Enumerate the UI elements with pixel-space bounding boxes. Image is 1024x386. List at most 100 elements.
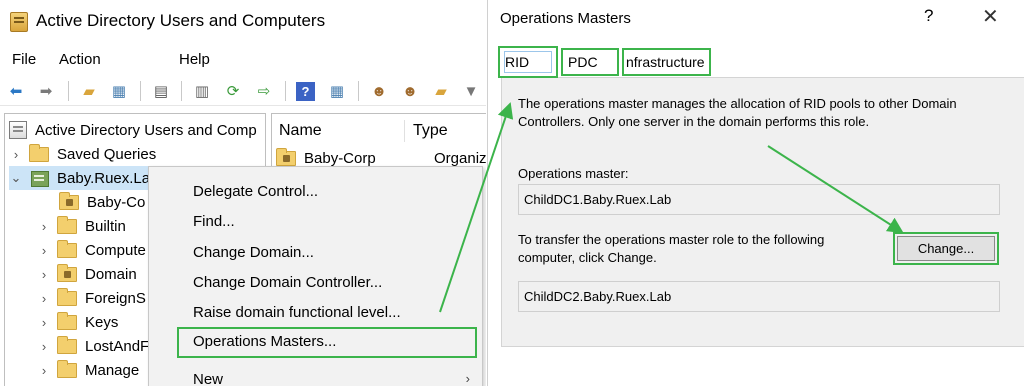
new-ou-icon[interactable]: ▰ xyxy=(430,80,452,102)
change-button[interactable]: Change... xyxy=(897,236,995,261)
tab-infrastructure[interactable]: nfrastructure xyxy=(622,48,711,76)
tree-root[interactable]: Active Directory Users and Comp xyxy=(9,118,257,142)
tree-item-computers[interactable]: › Compute xyxy=(37,238,146,262)
properties-icon[interactable]: ▥ xyxy=(191,80,213,102)
list-item[interactable]: Baby-Corp Organizati xyxy=(276,148,486,167)
list-item-name: Baby-Corp xyxy=(304,150,376,167)
chevron-right-icon[interactable]: › xyxy=(37,315,51,330)
folder-icon xyxy=(57,335,77,354)
menu-item-change-domain-controller[interactable]: Change Domain Controller... xyxy=(193,274,382,291)
tree-item-domain[interactable]: ⌄ Baby.Ruex.La xyxy=(9,166,161,190)
chevron-right-icon[interactable]: › xyxy=(37,267,51,282)
tree-item-label: LostAndF xyxy=(85,337,150,355)
highlight-box: Change... xyxy=(893,232,999,265)
folder-icon xyxy=(57,287,77,306)
chevron-right-icon[interactable]: › xyxy=(37,339,51,354)
column-header-type[interactable]: Type xyxy=(413,122,448,140)
toolbar: ⬅ ➡ ▰ ▦ ▤ ▥ ⟳ ⇨ ? ▦ ☻ ☻ ▰ ▼ xyxy=(0,76,486,106)
tree-item-label: Baby-Co xyxy=(87,193,146,211)
tree-item-label: Saved Queries xyxy=(57,145,157,163)
close-icon[interactable]: ✕ xyxy=(982,4,999,29)
tree-item-managed[interactable]: › Manage xyxy=(37,358,139,382)
new-user-icon[interactable]: ☻ xyxy=(368,80,390,102)
folder-icon xyxy=(57,311,77,330)
window-title: Active Directory Users and Computers xyxy=(36,11,326,30)
tree-item-builtin[interactable]: › Builtin xyxy=(37,214,126,238)
column-header-name[interactable]: Name xyxy=(279,122,322,140)
help-icon[interactable]: ? xyxy=(296,82,315,101)
folder-icon xyxy=(57,359,77,378)
menu-item-new[interactable]: New xyxy=(193,371,223,386)
console-icon[interactable]: ▦ xyxy=(326,80,348,102)
tree-item-foreign-security[interactable]: › ForeignS xyxy=(37,286,146,310)
menu-item-change-domain[interactable]: Change Domain... xyxy=(193,244,314,261)
submenu-arrow-icon: › xyxy=(465,371,470,386)
operations-masters-dialog: Operations Masters ? ✕ The operations ma… xyxy=(487,0,1024,386)
tree-item-label: Manage xyxy=(85,361,140,379)
chevron-right-icon[interactable]: › xyxy=(37,219,51,234)
forward-arrow-icon[interactable]: ➡ xyxy=(35,80,57,102)
menu-item-raise-functional-level[interactable]: Raise domain functional level... xyxy=(193,304,401,321)
tab-label: nfrastructure xyxy=(626,54,705,70)
ou-folder-icon xyxy=(57,263,77,282)
aduc-window: Active Directory Users and Computers Fil… xyxy=(0,0,486,386)
tree-root-label: Active Directory Users and Comp xyxy=(35,121,257,139)
tab-label: PDC xyxy=(568,54,598,70)
export-icon[interactable]: ⇨ xyxy=(253,80,275,102)
dialog-title: Operations Masters xyxy=(500,10,631,27)
chevron-right-icon[interactable]: › xyxy=(37,363,51,378)
tab-panel: The operations master manages the alloca… xyxy=(501,77,1024,347)
tree-item-label: Compute xyxy=(85,241,146,259)
tree-item-domain-controllers[interactable]: › Domain xyxy=(37,262,137,286)
ou-folder-icon xyxy=(59,191,79,210)
tree-item-label: Domain xyxy=(85,265,137,283)
operations-master-field: ChildDC1.Baby.Ruex.Lab xyxy=(518,184,1000,215)
target-computer-field: ChildDC2.Baby.Ruex.Lab xyxy=(518,281,1000,312)
menu-help[interactable]: Help xyxy=(179,51,210,68)
menu-file[interactable]: File xyxy=(12,51,36,68)
new-group-icon[interactable]: ☻ xyxy=(399,80,421,102)
tree-item-label: Keys xyxy=(85,313,119,331)
refresh-icon[interactable]: ⟳ xyxy=(222,80,244,102)
tab-pdc[interactable]: PDC xyxy=(561,48,619,76)
role-description: The operations master manages the alloca… xyxy=(518,96,957,129)
show-tree-icon[interactable]: ▦ xyxy=(108,80,130,102)
back-arrow-icon[interactable]: ⬅ xyxy=(5,80,27,102)
tree-item-label: ForeignS xyxy=(85,289,146,307)
tree-item-keys[interactable]: › Keys xyxy=(37,310,118,334)
menu-item-find[interactable]: Find... xyxy=(193,213,235,230)
tree-item-lost-and-found[interactable]: › LostAndF xyxy=(37,334,149,358)
menu-item-delegate-control[interactable]: Delegate Control... xyxy=(193,183,318,200)
chevron-right-icon[interactable]: › xyxy=(9,147,23,162)
operations-master-label: Operations master: xyxy=(518,166,629,181)
tab-rid[interactable]: RID xyxy=(498,46,558,78)
transfer-instructions: To transfer the operations master role t… xyxy=(518,232,825,265)
help-button[interactable]: ? xyxy=(924,6,933,26)
menu-item-operations-masters[interactable]: Operations Masters... xyxy=(193,333,336,350)
folder-icon xyxy=(57,239,77,258)
aduc-app-icon xyxy=(10,12,28,32)
menu-action[interactable]: Action xyxy=(59,51,101,68)
ou-folder-icon xyxy=(276,148,296,166)
domain-icon xyxy=(29,169,49,187)
list-item-type: Organizati xyxy=(434,150,486,167)
clipboard-icon[interactable]: ▤ xyxy=(150,80,172,102)
filter-icon[interactable]: ▼ xyxy=(460,80,482,102)
tree-item-label: Baby.Ruex.La xyxy=(57,169,151,187)
operations-master-value: ChildDC1.Baby.Ruex.Lab xyxy=(524,192,672,207)
folder-icon xyxy=(57,215,77,234)
screenshot: Active Directory Users and Computers Fil… xyxy=(0,0,1024,386)
chevron-down-icon[interactable]: ⌄ xyxy=(9,170,23,186)
tree-item-label: Builtin xyxy=(85,217,126,235)
folder-icon xyxy=(29,143,49,162)
tree-item-saved-queries[interactable]: › Saved Queries xyxy=(9,142,156,166)
title-bar: Active Directory Users and Computers xyxy=(0,0,486,42)
tab-label: RID xyxy=(505,54,530,70)
up-folder-icon[interactable]: ▰ xyxy=(78,80,100,102)
chevron-right-icon[interactable]: › xyxy=(37,291,51,306)
tree-item-baby-corp[interactable]: Baby-Co xyxy=(59,190,145,214)
chevron-right-icon[interactable]: › xyxy=(37,243,51,258)
context-menu: Delegate Control... Find... Change Domai… xyxy=(148,166,483,386)
console-root-icon xyxy=(9,121,27,139)
target-computer-value: ChildDC2.Baby.Ruex.Lab xyxy=(524,289,672,304)
